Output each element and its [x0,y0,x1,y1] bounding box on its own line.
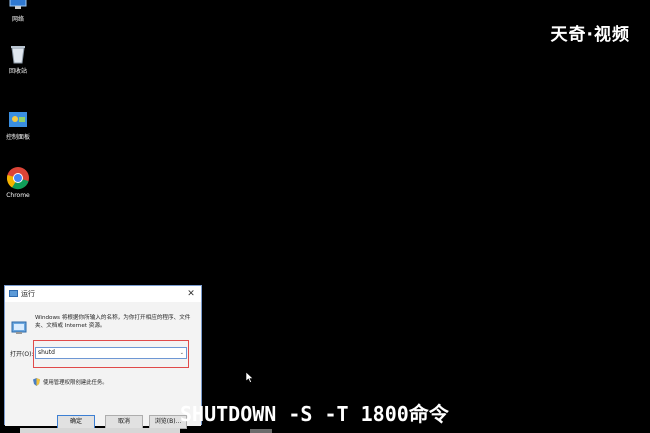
desktop-icon-recycle-bin[interactable]: 回收站 [0,42,36,76]
run-dialog-titlebar[interactable]: 运行 ✕ [5,286,201,302]
desktop-icon-network[interactable]: 网络 [0,0,36,24]
desktop-icon-label: 网络 [11,16,24,23]
run-command-value: shutd [38,349,55,356]
taskbar-fragment [250,429,272,433]
desktop-icon-label: 回收站 [8,68,27,75]
chevron-down-icon[interactable]: ⌄ [180,348,184,358]
run-dialog: 运行 ✕ Windows 将根据你所输入的名称，为你打开相应的程序、文件夹、文档… [4,285,202,429]
run-dialog-body: Windows 将根据你所输入的名称，为你打开相应的程序、文件夹、文档或 Int… [5,302,201,429]
video-subtitle: SHUTDOWN -S -T 1800命令 [180,402,449,426]
run-dialog-description: Windows 将根据你所输入的名称，为你打开相应的程序、文件夹、文档或 Int… [35,315,191,329]
desktop-icon-label: Chrome [6,192,30,199]
cancel-button[interactable]: 取消 [105,415,143,429]
desktop-icon-label: 控制面板 [5,134,30,141]
run-app-icon [9,289,18,300]
network-icon [6,0,30,14]
shield-icon [33,378,40,386]
desktop-icon-chrome[interactable]: Chrome [0,166,36,200]
run-command-input[interactable]: shutd ⌄ [35,347,187,359]
video-watermark: 天奇·视频 [550,25,630,45]
run-dialog-title: 运行 [21,290,35,298]
mouse-cursor-icon [246,372,254,383]
admin-note-row: 使用管理权限创建此任务。 [33,378,108,386]
desktop-icon-control-panel[interactable]: 控制面板 [0,108,36,142]
taskbar-fragment [20,428,180,433]
close-icon[interactable]: ✕ [185,289,197,299]
recycle-bin-icon [6,42,30,66]
run-program-icon [11,320,27,336]
open-label: 打开(O): [10,351,34,358]
control-panel-icon [6,108,30,132]
chrome-icon [6,166,30,190]
admin-note-text: 使用管理权限创建此任务。 [43,380,108,386]
ok-button[interactable]: 确定 [57,415,95,429]
